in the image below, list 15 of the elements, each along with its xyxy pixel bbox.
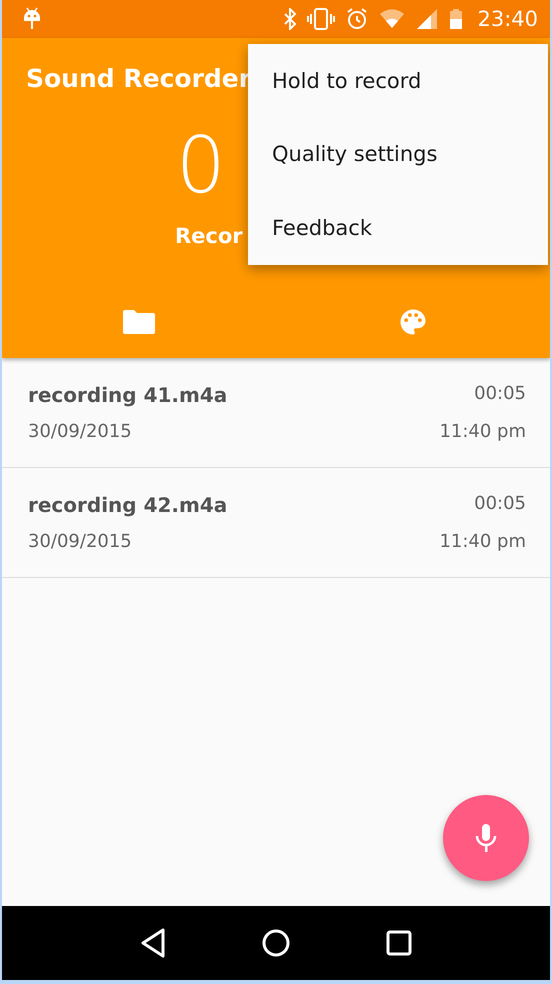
- duration: 00:05: [474, 493, 526, 516]
- recording-date: 30/09/2015: [28, 531, 133, 552]
- recording-date: 30/09/2015: [28, 421, 133, 442]
- menu-item[interactable]: Feedback: [248, 216, 548, 240]
- duration: 00:05: [474, 383, 526, 406]
- file-name: recording 42.m4a: [28, 493, 228, 517]
- recording-row[interactable]: recording 41.m4a 00:05 30/09/2015 11:40 pm: [2, 358, 550, 468]
- recording-time: 11:40 pm: [439, 421, 526, 442]
- file-name: recording 41.m4a: [28, 383, 228, 407]
- menu-item[interactable]: Quality settings: [248, 142, 548, 166]
- status-text: Recor: [175, 224, 243, 248]
- recording-row[interactable]: recording 42.m4a 00:05 30/09/2015 11:40 pm: [2, 468, 550, 578]
- timer: 0: [176, 121, 226, 211]
- status-time: 23:40: [477, 7, 538, 31]
- recording-time: 11:40 pm: [439, 531, 526, 552]
